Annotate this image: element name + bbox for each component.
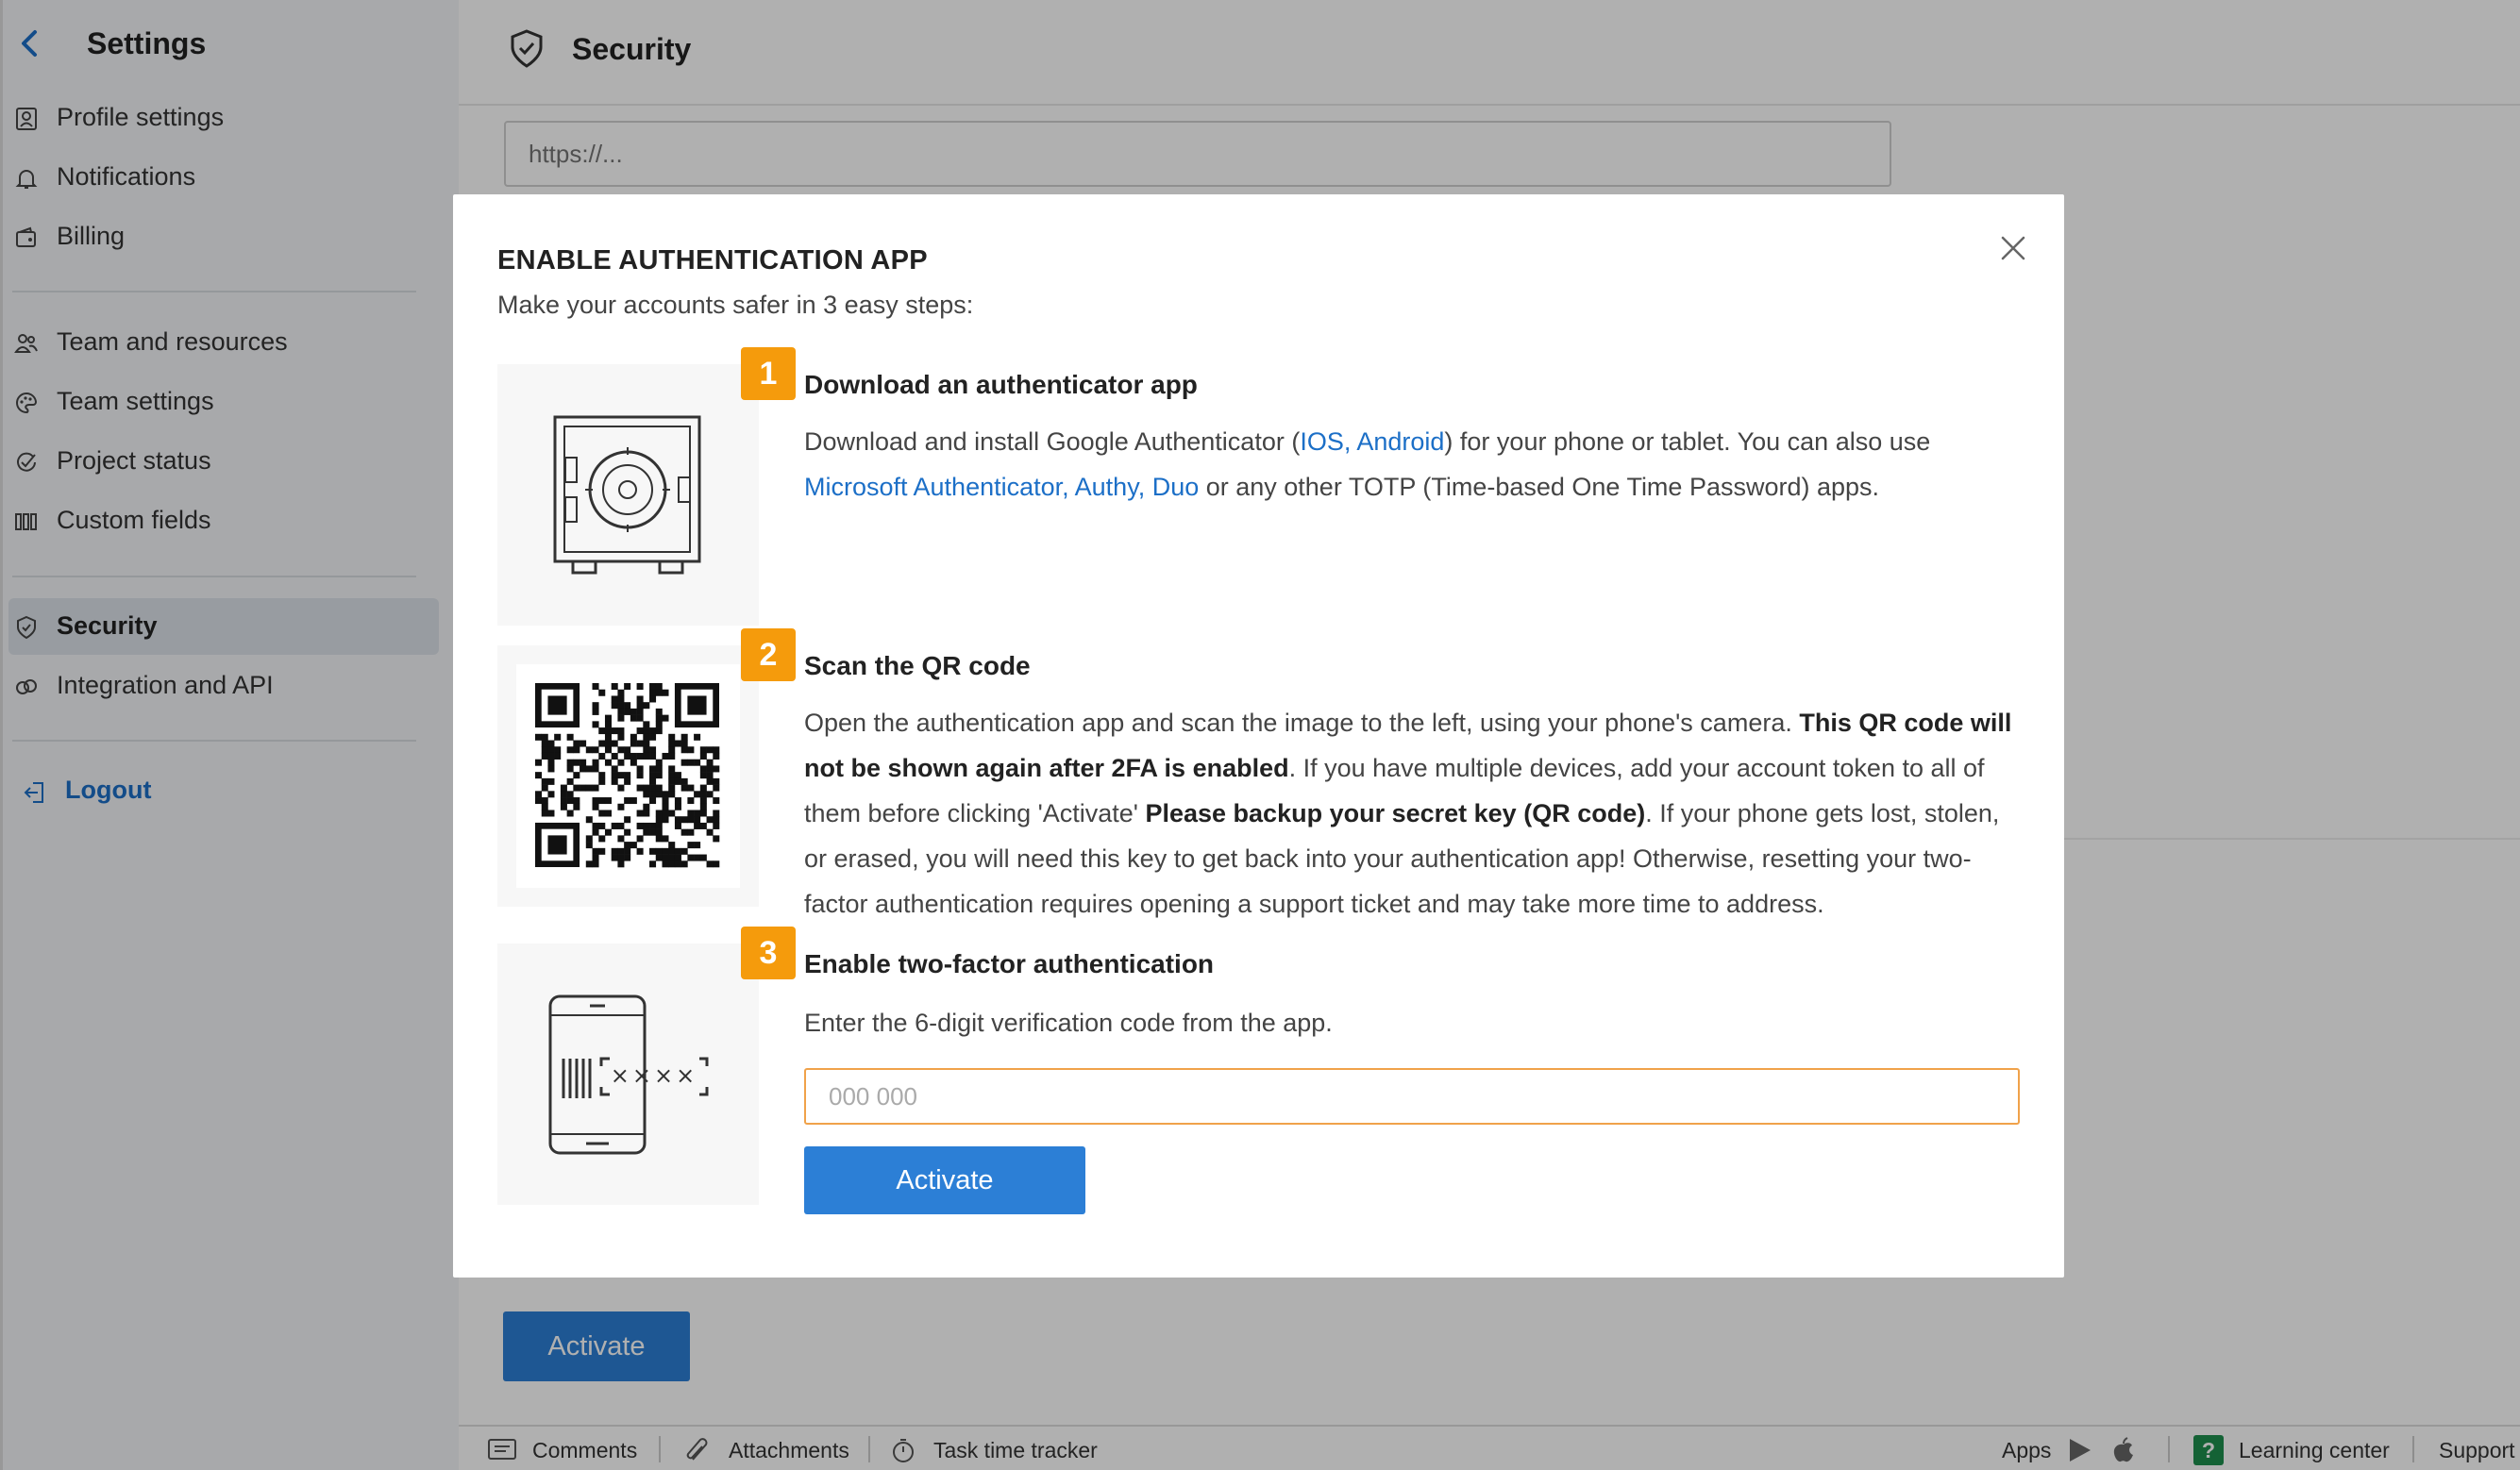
step-1-description: Download and install Google Authenticato… [804,427,1931,501]
enable-authentication-modal: ENABLE AUTHENTICATION APP Make your acco… [453,194,2064,1278]
phone-code-illustration: ×××× [497,944,759,1205]
step-2-badge: 2 [741,628,796,681]
modal-subtitle: Make your accounts safer in 3 easy steps… [497,291,974,319]
step-3-title: Enable two-factor authentication [804,949,1215,978]
activate-2fa-button[interactable]: Activate [804,1146,1085,1214]
modal-title: ENABLE AUTHENTICATION APP [497,245,928,276]
step-3-description: Enter the 6-digit verification code from… [804,1009,1333,1037]
qr-code-panel [497,645,759,907]
close-icon[interactable] [1997,232,2029,264]
safe-illustration [497,364,759,626]
ios-android-link[interactable]: IOS, Android [1300,427,1444,456]
qr-code [516,664,740,888]
phone-code-icon: ×××× [548,994,709,1155]
svg-text:××××: ×××× [611,1062,697,1089]
verification-code-input[interactable] [804,1068,2020,1125]
step-2-description: Open the authentication app and scan the… [804,709,2012,918]
step-1-title: Download an authenticator app [804,370,1198,399]
step-1-badge: 1 [741,347,796,400]
step-3-badge: 3 [741,927,796,979]
safe-icon [553,415,701,575]
step-2-title: Scan the QR code [804,651,1031,680]
other-authenticators-link[interactable]: Microsoft Authenticator, Authy, Duo [804,473,1199,501]
